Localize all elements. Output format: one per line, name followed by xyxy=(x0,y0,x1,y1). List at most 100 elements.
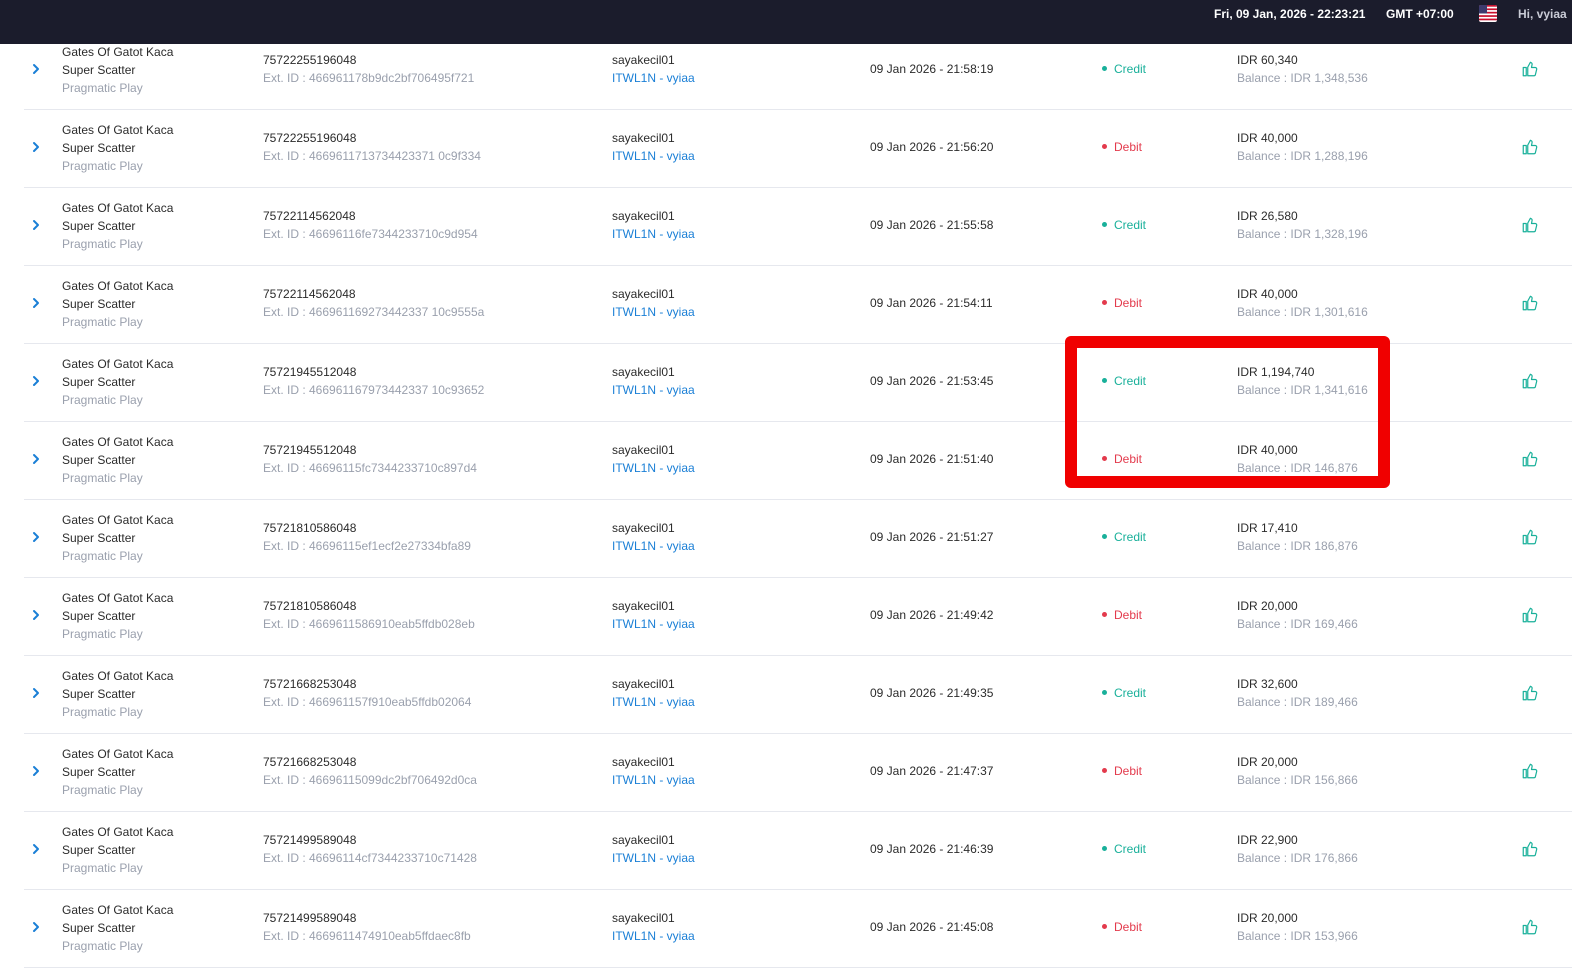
transaction-datetime: 09 Jan 2026 - 21:45:08 xyxy=(870,920,994,934)
agent-link[interactable]: ITWL1N - vyiaa xyxy=(612,225,695,243)
game-subtitle: Super Scatter xyxy=(62,63,136,77)
table-row[interactable]: Gates Of Gatot Kaca Super Scatter Pragmati… xyxy=(24,110,1572,188)
table-row[interactable]: Gates Of Gatot Kaca Super Scatter Pragmati… xyxy=(24,578,1572,656)
user-cell: sayakecil01 ITWL1N - vyiaa xyxy=(612,285,695,321)
thumbs-up-icon[interactable] xyxy=(1521,918,1539,936)
chevron-right-icon[interactable] xyxy=(29,62,43,76)
game-name: Gates Of Gatot Kaca xyxy=(62,903,174,917)
amount: IDR 1,194,740 xyxy=(1237,365,1315,379)
transaction-datetime: 09 Jan 2026 - 21:49:35 xyxy=(870,686,994,700)
username: sayakecil01 xyxy=(612,287,675,301)
thumbs-up-icon[interactable] xyxy=(1521,294,1539,312)
round-id: 75721945512048 xyxy=(263,443,357,457)
type-label: Credit xyxy=(1114,62,1147,76)
thumbs-up-icon[interactable] xyxy=(1521,372,1539,390)
thumbs-up-icon[interactable] xyxy=(1521,216,1539,234)
ext-id: Ext. ID : 466961167973442337 10c93652 xyxy=(263,383,485,397)
agent-link[interactable]: ITWL1N - vyiaa xyxy=(612,615,695,633)
status-dot xyxy=(1102,456,1107,462)
type-badge: Credit xyxy=(1102,528,1146,546)
thumbs-up-icon[interactable] xyxy=(1521,450,1539,468)
round-cell: 75721499589048 Ext. ID : 4669611474910eab… xyxy=(263,909,471,945)
game-cell: Gates Of Gatot Kaca Super Scatter Pragmati… xyxy=(62,355,173,409)
table-row[interactable]: Gates Of Gatot Kaca Super Scatter Pragmati… xyxy=(24,734,1572,812)
status-dot xyxy=(1102,612,1107,618)
type-badge: Credit xyxy=(1102,216,1146,234)
user-cell: sayakecil01 ITWL1N - vyiaa xyxy=(612,909,695,945)
thumbs-up-icon[interactable] xyxy=(1521,684,1539,702)
table-row[interactable]: Gates Of Gatot Kaca Super Scatter Pragmati… xyxy=(24,890,1572,968)
agent-link[interactable]: ITWL1N - vyiaa xyxy=(612,147,695,165)
transaction-datetime: 09 Jan 2026 - 21:56:20 xyxy=(870,140,994,154)
round-cell: 75722114562048 Ext. ID : 46696116fe734423… xyxy=(263,207,478,243)
round-id: 75721810586048 xyxy=(263,599,357,613)
chevron-right-icon[interactable] xyxy=(29,374,43,388)
table-row[interactable]: Gates Of Gatot Kaca Super Scatter Pragmati… xyxy=(24,266,1572,344)
balance: Balance : IDR 169,466 xyxy=(1237,617,1358,631)
chevron-right-icon[interactable] xyxy=(29,920,43,934)
balance: Balance : IDR 146,876 xyxy=(1237,461,1358,475)
round-cell: 75721945512048 Ext. ID : 4669611679734423… xyxy=(263,363,484,399)
type-label: Credit xyxy=(1114,842,1147,856)
table-row[interactable]: Gates Of Gatot Kaca Super Scatter Pragmati… xyxy=(24,422,1572,500)
round-id: 75722255196048 xyxy=(263,53,357,67)
chevron-right-icon[interactable] xyxy=(29,842,43,856)
agent-link[interactable]: ITWL1N - vyiaa xyxy=(612,771,695,789)
status-dot xyxy=(1102,66,1107,72)
round-cell: 75721668253048 Ext. ID : 466961157f910eab… xyxy=(263,675,471,711)
agent-link[interactable]: ITWL1N - vyiaa xyxy=(612,537,695,555)
table-row[interactable]: Gates Of Gatot Kaca Super Scatter Pragmati… xyxy=(24,656,1572,734)
game-cell: Gates Of Gatot Kaca Super Scatter Pragmati… xyxy=(62,511,173,565)
amount: IDR 20,000 xyxy=(1237,599,1298,613)
transaction-datetime: 09 Jan 2026 - 21:46:39 xyxy=(870,842,994,856)
type-badge: Debit xyxy=(1102,606,1142,624)
amount: IDR 40,000 xyxy=(1237,131,1298,145)
us-flag-icon[interactable] xyxy=(1479,5,1497,22)
amount-cell: IDR 20,000 Balance : IDR 153,966 xyxy=(1237,909,1358,945)
type-badge: Debit xyxy=(1102,450,1142,468)
table-row[interactable]: Gates Of Gatot Kaca Super Scatter Pragmati… xyxy=(24,344,1572,422)
chevron-right-icon[interactable] xyxy=(29,296,43,310)
thumbs-up-icon[interactable] xyxy=(1521,606,1539,624)
chevron-right-icon[interactable] xyxy=(29,686,43,700)
game-subtitle: Super Scatter xyxy=(62,921,136,935)
username: sayakecil01 xyxy=(612,443,675,457)
table-row[interactable]: Gates Of Gatot Kaca Super Scatter Pragmati… xyxy=(24,500,1572,578)
user-cell: sayakecil01 ITWL1N - vyiaa xyxy=(612,597,695,633)
thumbs-up-icon[interactable] xyxy=(1521,138,1539,156)
agent-link[interactable]: ITWL1N - vyiaa xyxy=(612,927,695,945)
agent-link[interactable]: ITWL1N - vyiaa xyxy=(612,693,695,711)
amount-cell: IDR 20,000 Balance : IDR 156,866 xyxy=(1237,753,1358,789)
balance: Balance : IDR 1,348,536 xyxy=(1237,71,1368,85)
agent-link[interactable]: ITWL1N - vyiaa xyxy=(612,381,695,399)
balance: Balance : IDR 189,466 xyxy=(1237,695,1358,709)
game-subtitle: Super Scatter xyxy=(62,531,136,545)
game-provider: Pragmatic Play xyxy=(62,315,143,329)
game-cell: Gates Of Gatot Kaca Super Scatter Pragmati… xyxy=(62,589,173,643)
amount-cell: IDR 40,000 Balance : IDR 146,876 xyxy=(1237,441,1358,477)
agent-link[interactable]: ITWL1N - vyiaa xyxy=(612,459,695,477)
agent-link[interactable]: ITWL1N - vyiaa xyxy=(612,69,695,87)
chevron-right-icon[interactable] xyxy=(29,530,43,544)
table-row[interactable]: Gates Of Gatot Kaca Super Scatter Pragmati… xyxy=(24,188,1572,266)
agent-link[interactable]: ITWL1N - vyiaa xyxy=(612,849,695,867)
thumbs-up-icon[interactable] xyxy=(1521,528,1539,546)
round-id: 75721668253048 xyxy=(263,677,357,691)
transaction-datetime: 09 Jan 2026 - 21:49:42 xyxy=(870,608,994,622)
chevron-right-icon[interactable] xyxy=(29,218,43,232)
thumbs-up-icon[interactable] xyxy=(1521,762,1539,780)
transaction-datetime: 09 Jan 2026 - 21:53:45 xyxy=(870,374,994,388)
chevron-right-icon[interactable] xyxy=(29,764,43,778)
thumbs-up-icon[interactable] xyxy=(1521,840,1539,858)
username: sayakecil01 xyxy=(612,365,675,379)
amount-cell: IDR 60,340 Balance : IDR 1,348,536 xyxy=(1237,51,1368,87)
agent-link[interactable]: ITWL1N - vyiaa xyxy=(612,303,695,321)
table-row[interactable]: Gates Of Gatot Kaca Super Scatter Pragmati… xyxy=(24,812,1572,890)
game-name: Gates Of Gatot Kaca xyxy=(62,669,174,683)
thumbs-up-icon[interactable] xyxy=(1521,60,1539,78)
chevron-right-icon[interactable] xyxy=(29,140,43,154)
chevron-right-icon[interactable] xyxy=(29,452,43,466)
user-greeting[interactable]: Hi, vyiaa xyxy=(1518,7,1567,21)
type-badge: Credit xyxy=(1102,840,1146,858)
chevron-right-icon[interactable] xyxy=(29,608,43,622)
